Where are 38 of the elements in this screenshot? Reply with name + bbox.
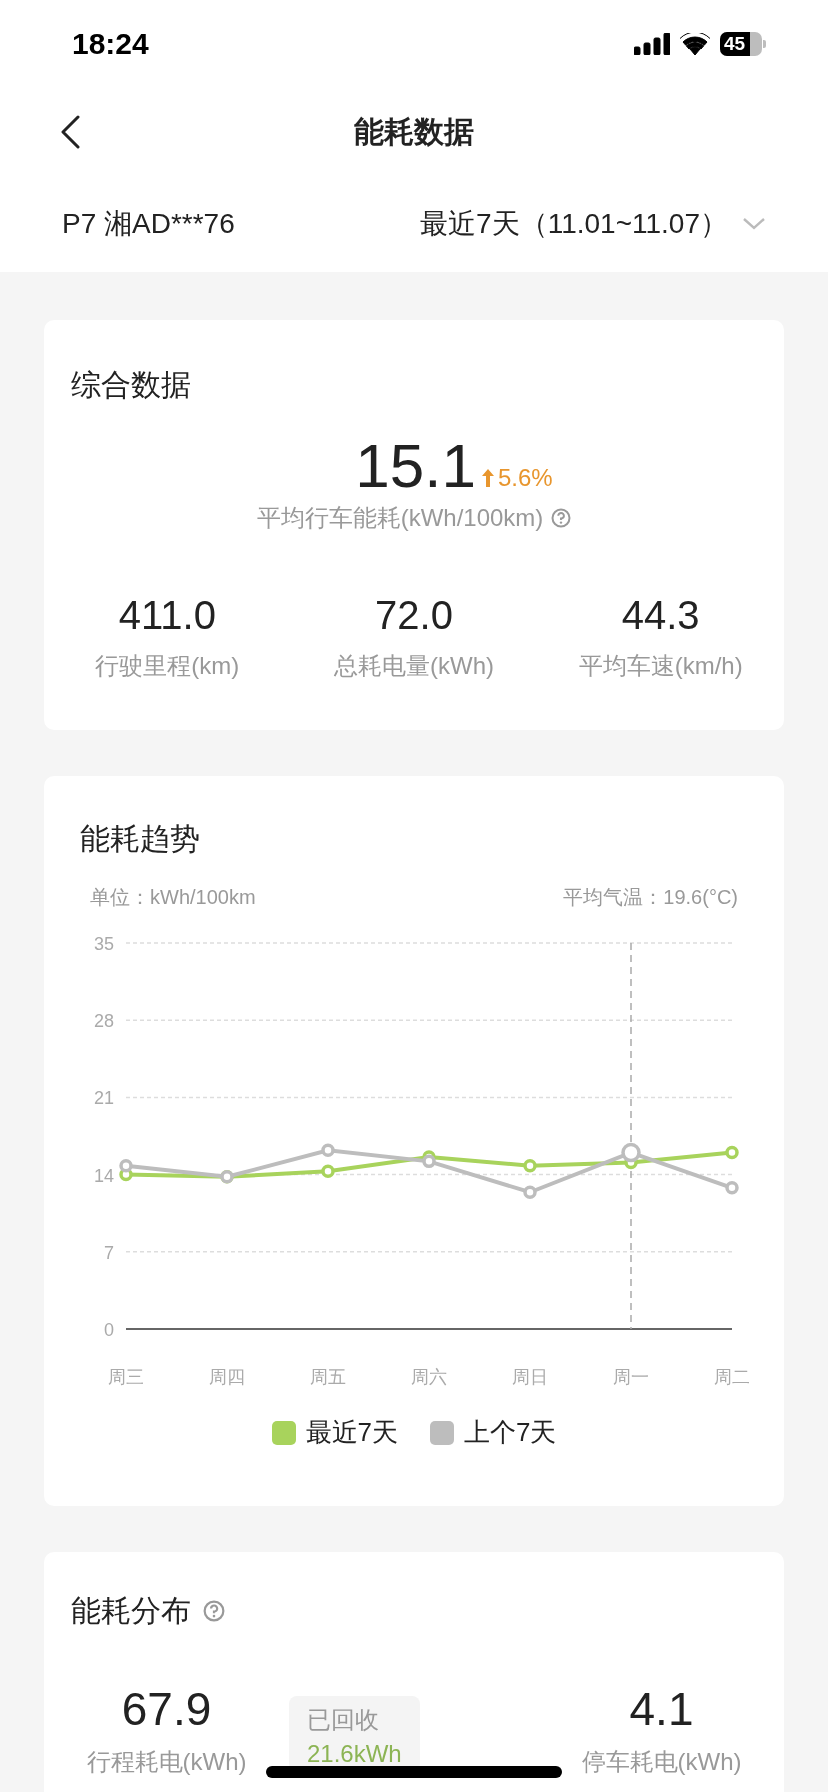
average-consumption-value: 15.1 <box>355 430 476 502</box>
y-tick-label: 7 <box>104 1242 114 1263</box>
y-tick-label: 21 <box>93 1088 114 1109</box>
y-tick-label: 14 <box>93 1165 114 1186</box>
status-time: 18:24 <box>72 27 149 61</box>
average-consumption-label: 平均行车能耗(kWh/100km) <box>256 503 544 533</box>
x-tick-label: 周六 <box>411 1367 447 1387</box>
stat-label: 行程耗电(kWh) <box>86 1747 247 1777</box>
stat-label: 总耗电量(kWh) <box>334 651 494 681</box>
change-value: 5.6% <box>482 464 553 492</box>
legend-label: 上个7天 <box>464 1416 557 1449</box>
recovered-label: 已回收 <box>307 1705 380 1735</box>
stat-value: 67.9 <box>121 1682 212 1736</box>
x-tick-label: 周三 <box>108 1367 144 1387</box>
stat-value: 44.3 <box>621 592 700 639</box>
vehicle-name: P7 湘AD***76 <box>62 207 235 241</box>
page-title: 能耗数据 <box>354 113 474 150</box>
temperature-label: 平均气温：19.6(°C) <box>563 885 738 910</box>
legend-label: 最近7天 <box>305 1416 398 1449</box>
stat-label: 停车耗电(kWh) <box>581 1747 742 1777</box>
recovered-value: 21.6kWh <box>307 1740 402 1768</box>
x-tick-label: 周一 <box>613 1367 649 1387</box>
x-tick-label: 周五 <box>310 1367 346 1387</box>
x-tick-label: 周二 <box>714 1367 750 1387</box>
y-tick-label: 35 <box>93 934 114 954</box>
y-tick-label: 0 <box>104 1320 114 1340</box>
card-title: 综合数据 <box>70 367 192 403</box>
unit-label: 单位：kWh/100km <box>90 885 256 910</box>
card-title: 能耗趋势 <box>79 821 201 857</box>
stat-value: 4.1 <box>629 1682 694 1736</box>
card-title: 能耗分布 <box>71 1593 191 1629</box>
stat-label: 平均车速(km/h) <box>578 651 743 681</box>
stat-value: 72.0 <box>375 592 453 639</box>
stat-value: 411.0 <box>118 592 216 639</box>
x-tick-label: 周四 <box>209 1367 245 1387</box>
y-tick-label: 28 <box>93 1011 114 1032</box>
x-tick-label: 周日 <box>512 1367 548 1387</box>
stat-label: 行驶里程(km) <box>95 651 240 681</box>
